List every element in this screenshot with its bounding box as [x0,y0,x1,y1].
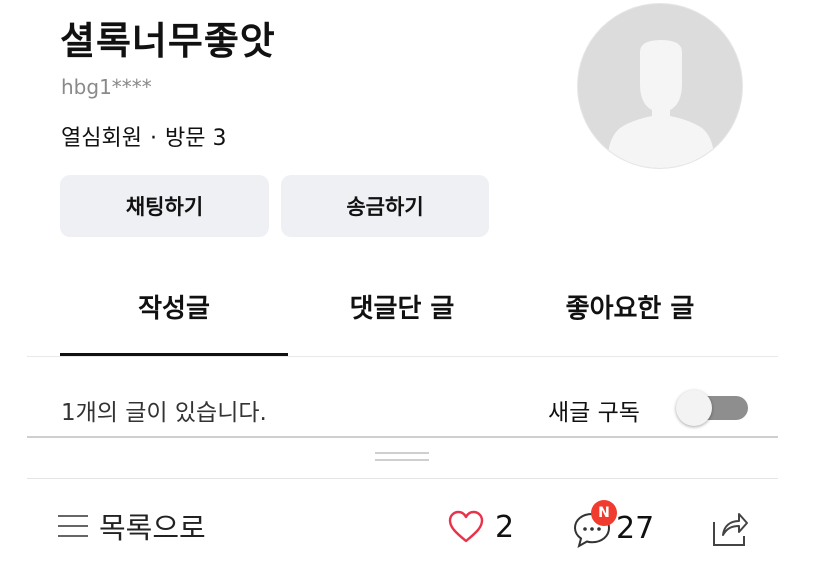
tab-commented-label: 댓글단 글 [349,294,455,324]
visits-count: 3 [212,126,227,151]
back-to-list-label: 목록으로 [99,511,206,545]
chat-button[interactable]: 채팅하기 [60,175,269,237]
comment-icon-wrap: N [572,500,617,549]
visits-label: 방문 [164,126,206,151]
tab-posts[interactable]: 작성글 [60,288,288,352]
subscribe-label: 새글 구독 [548,400,640,426]
content-divider [27,436,778,438]
chat-button-label: 채팅하기 [125,195,204,219]
toggle-knob [676,390,712,426]
heart-icon [448,510,484,543]
drag-handle[interactable] [375,452,429,462]
tab-commented[interactable]: 댓글단 글 [288,288,516,352]
member-info: 열심회원 · 방문 3 [61,120,226,152]
like-button[interactable]: 2 [447,506,514,548]
share-icon [713,513,748,546]
tab-liked-label: 좋아요한 글 [565,294,695,324]
drag-handle-line-top [375,452,429,454]
back-to-list-button[interactable]: 목록으로 [57,506,206,546]
profile-name: 셜록너무좋앗 [60,19,276,63]
post-count-text: 1개의 글이 있습니다. [61,400,267,426]
send-money-button[interactable]: 송금하기 [281,175,489,237]
user-id: hbg1**** [61,75,152,99]
drag-handle-line-bottom [375,459,429,461]
tabs-divider [27,356,778,357]
member-level: 열심회원 [61,126,142,151]
bottom-divider [27,478,778,479]
share-button[interactable] [711,510,749,548]
new-badge: N [591,500,617,526]
subscribe-toggle[interactable] [676,390,748,426]
tab-posts-label: 작성글 [138,294,210,324]
separator-dot: · [149,126,157,151]
like-count: 2 [495,509,515,545]
comment-count: 27 [616,511,655,546]
list-icon [58,515,88,537]
avatar-placeholder-icon [578,4,742,168]
avatar[interactable] [577,3,743,169]
comment-button[interactable]: N 27 [572,500,655,549]
tab-liked[interactable]: 좋아요한 글 [516,288,744,352]
send-money-button-label: 송금하기 [346,195,424,219]
